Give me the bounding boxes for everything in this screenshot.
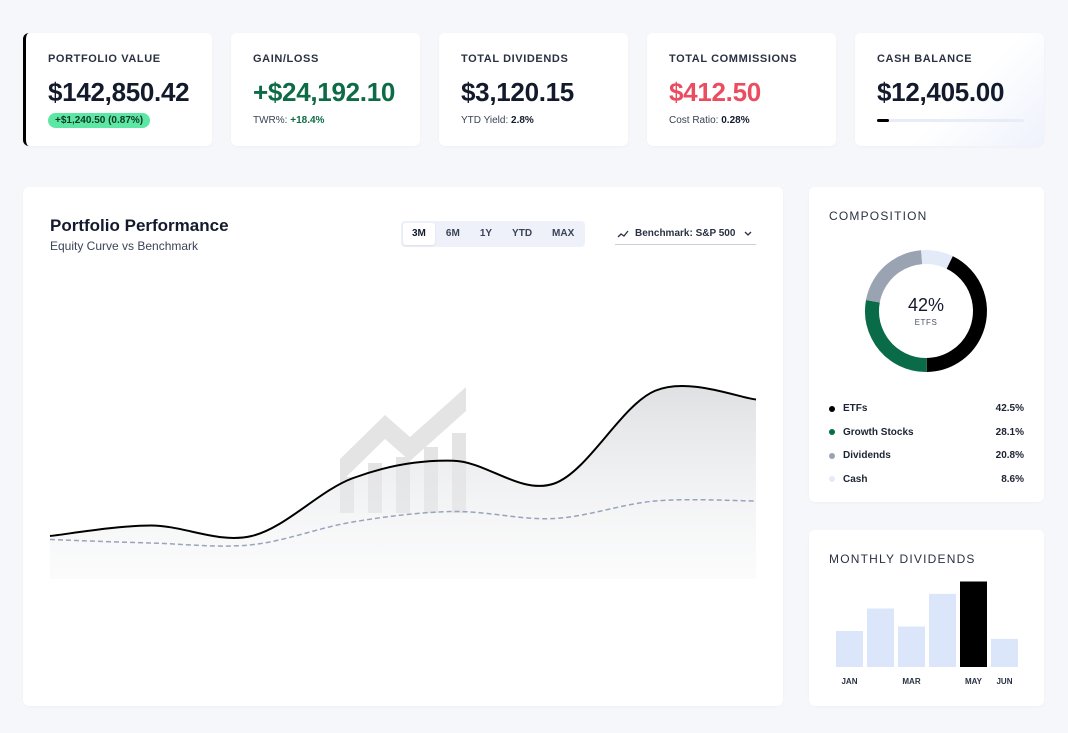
tab-range-max[interactable]: MAX [543,223,583,245]
cash-progress-fill [877,119,889,122]
kpi-value: $412.50 [669,77,761,107]
chevron-down-icon [744,231,752,236]
bar-jan [836,631,863,667]
kpi-label: GAIN/LOSS [253,53,319,65]
bar-feb [867,608,894,667]
portfolio-performance-card: Portfolio Performance Equity Curve vs Be… [23,187,783,706]
legend-dot [829,405,835,412]
bar-apr [929,593,956,667]
chart-title: Portfolio Performance [50,216,229,235]
legend-item-dividends: Dividends 20.8% [829,444,1024,468]
kpi-sub-value: +18.4% [290,115,325,126]
legend-value: 28.1% [995,426,1024,438]
legend-label: Dividends [843,450,891,462]
legend-value: 20.8% [995,450,1024,462]
legend-label: Growth Stocks [843,426,914,438]
kpi-card-cash-balance: CASH BALANCE $12,405.00 [855,33,1044,146]
kpi-sub-label: Cost Ratio: [669,115,719,126]
kpi-label: PORTFOLIO VALUE [48,53,161,65]
legend-item-etfs: ETFs 42.5% [829,397,1024,421]
kpi-value: $12,405.00 [877,77,1005,107]
trend-line-icon [617,230,629,237]
legend-value: 42.5% [995,403,1024,415]
legend-dot [829,476,835,483]
tick-label-mar: MAR [902,677,920,686]
legend-value: 8.6% [1001,473,1024,485]
tick-label-jan: JAN [841,677,857,686]
kpi-value: +$24,192.10 [253,77,396,107]
bar-may [960,581,987,667]
kpi-sub-label: YTD Yield: [461,115,509,126]
legend-dot [829,452,835,459]
tab-range-1y[interactable]: 1Y [471,223,501,245]
section-title: COMPOSITION [829,209,928,223]
legend-label: Cash [843,473,868,485]
bar-mar [898,626,925,667]
equity-curve-chart [49,385,757,579]
composition-legend: ETFs 42.5% Growth Stocks 28.1% Dividends 20.8… [829,397,1024,491]
kpi-label: TOTAL DIVIDENDS [461,53,569,65]
benchmark-dropdown[interactable]: Benchmark: S&P 500 [615,223,756,245]
bar-jun [991,638,1018,667]
benchmark-label: Benchmark: S&P 500 [635,228,736,239]
kpi-subtext: Cost Ratio: 0.28% [669,115,814,126]
monthly-dividends-card: MONTHLY DIVIDENDS JAN MAR MAY JUN [809,530,1044,706]
kpi-value: $142,850.42 [48,77,190,107]
equity-area [50,386,756,579]
legend-item-growth-stocks: Growth Stocks 28.1% [829,421,1024,445]
kpi-card-gain-loss: GAIN/LOSS +$24,192.10 TWR%: +18.4% [231,33,420,146]
legend-dot [829,429,835,436]
monthly-dividends-bar-chart: JAN MAR MAY JUN [836,581,1018,686]
tab-range-ytd[interactable]: YTD [503,223,541,245]
kpi-subtext: TWR%: +18.4% [253,115,398,126]
kpi-value: $3,120.15 [461,77,574,107]
cash-progress-bar [877,119,1024,122]
chart-subtitle: Equity Curve vs Benchmark [50,239,199,253]
change-badge: +$1,240.50 (0.87%) [48,113,151,128]
legend-item-cash: Cash 8.6% [829,468,1024,492]
kpi-sub-label: TWR%: [253,115,288,126]
donut-center: 42% ETFS [862,247,990,375]
kpi-label: CASH BALANCE [877,53,973,65]
tick-label-may: MAY [965,677,983,686]
donut-center-label: ETFS [914,318,938,327]
kpi-sub-value: 0.28% [721,115,750,126]
tick-label-jun: JUN [996,677,1012,686]
kpi-label: TOTAL COMMISSIONS [669,53,798,65]
legend-label: ETFs [843,403,868,415]
kpi-card-portfolio-value: PORTFOLIO VALUE $142,850.42 +$1,240.50 (… [23,33,212,146]
tab-range-3m[interactable]: 3M [403,223,435,245]
composition-card: COMPOSITION 42% ETFS ETFs 42.5% Growth Sto… [809,187,1044,502]
kpi-subtext: YTD Yield: 2.8% [461,115,606,126]
time-range-tabs: 3M 6M 1Y YTD MAX [401,221,586,247]
kpi-sub-value: 2.8% [511,115,534,126]
kpi-card-total-commissions: TOTAL COMMISSIONS $412.50 Cost Ratio: 0.… [647,33,836,146]
donut-center-value: 42% [907,295,945,315]
tab-range-6m[interactable]: 6M [437,223,469,245]
kpi-card-total-dividends: TOTAL DIVIDENDS $3,120.15 YTD Yield: 2.8… [439,33,628,146]
